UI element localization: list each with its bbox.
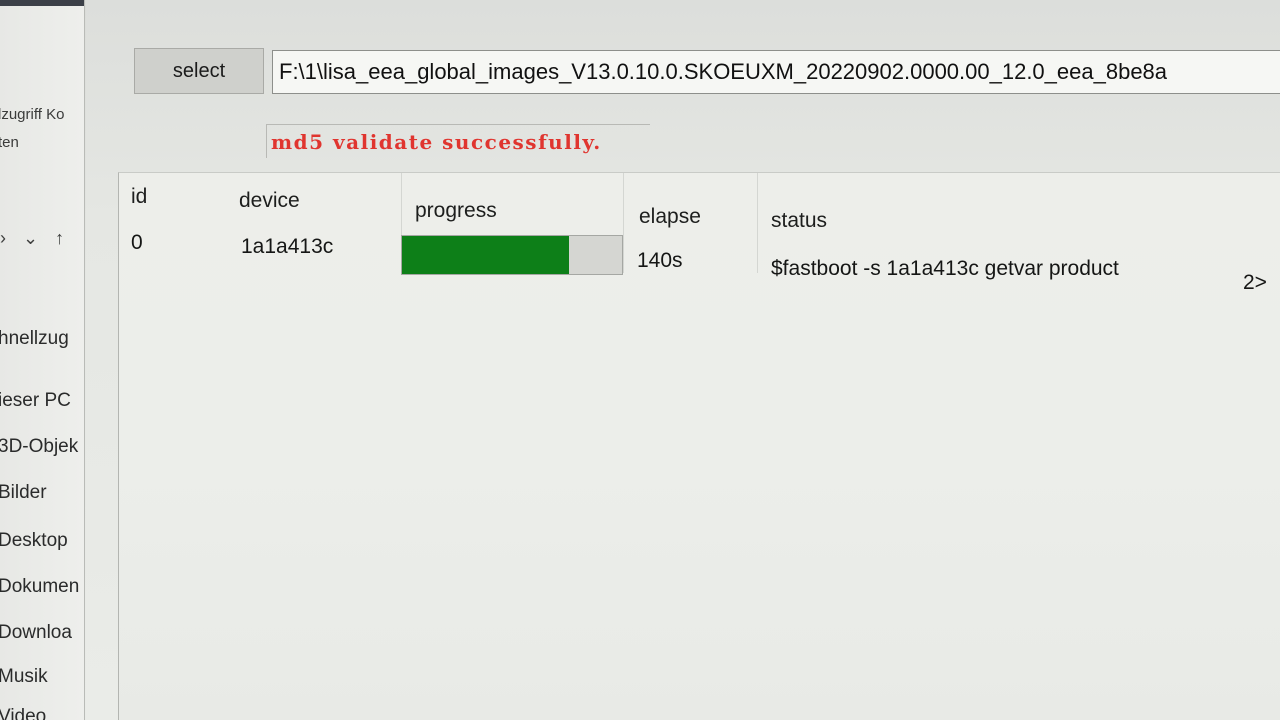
explorer-item-downloads[interactable]: Downloa <box>0 622 72 644</box>
explorer-header-continuation: ten <box>0 134 19 151</box>
explorer-nav-row: › ⌄ ↑ <box>0 228 76 249</box>
column-header-device[interactable]: device <box>239 189 300 213</box>
explorer-quick-access-header: lzugriff Ko <box>0 106 65 123</box>
chevron-down-icon[interactable]: ⌄ <box>23 228 38 248</box>
explorer-item-documents[interactable]: Dokumen <box>0 576 79 598</box>
row-elapsed-time: 140s <box>637 249 683 272</box>
explorer-item-music[interactable]: Musik <box>0 666 48 688</box>
up-arrow-icon[interactable]: ↑ <box>55 228 64 248</box>
row-id: 0 <box>131 231 143 254</box>
select-button[interactable]: select <box>134 48 264 94</box>
md5-status-label: md5 validate successfully. <box>266 124 650 158</box>
screen: lzugriff Ko ten › ⌄ ↑ hnellzug ieser PC … <box>0 0 1280 720</box>
progress-bar-fill <box>402 236 570 274</box>
row-device-serial: 1a1a413c <box>241 235 334 258</box>
explorer-title-strip <box>0 0 84 6</box>
forward-icon[interactable]: › <box>0 228 6 248</box>
image-path-field[interactable]: F:\1\lisa_eea_global_images_V13.0.10.0.S… <box>272 50 1280 94</box>
row-status-command: $fastboot -s 1a1a413c getvar product <box>771 257 1119 280</box>
explorer-item-videos[interactable]: Video <box>0 706 46 720</box>
column-header-id[interactable]: id <box>131 185 147 209</box>
flash-tool-window: select F:\1\lisa_eea_global_images_V13.0… <box>86 0 1280 720</box>
explorer-item-desktop[interactable]: Desktop <box>0 530 68 552</box>
device-list-table[interactable]: id device progress elapse status 0 1a1a4… <box>118 172 1280 720</box>
explorer-item-pictures[interactable]: Bilder <box>0 482 47 504</box>
row-status-overflow: 2> <box>1243 271 1267 294</box>
file-explorer-pane: lzugriff Ko ten › ⌄ ↑ hnellzug ieser PC … <box>0 0 85 720</box>
explorer-item-this-pc[interactable]: ieser PC <box>0 390 71 412</box>
explorer-item-3d-objects[interactable]: 3D-Objek <box>0 436 78 458</box>
table-row[interactable]: 0 1a1a413c 140s $fastboot -s 1a1a413c ge… <box>119 225 1280 294</box>
row-progress-bar <box>401 235 623 275</box>
explorer-item-quick-access[interactable]: hnellzug <box>0 328 69 350</box>
table-header: id device progress elapse status <box>119 173 1280 232</box>
column-header-progress[interactable]: progress <box>415 199 497 223</box>
